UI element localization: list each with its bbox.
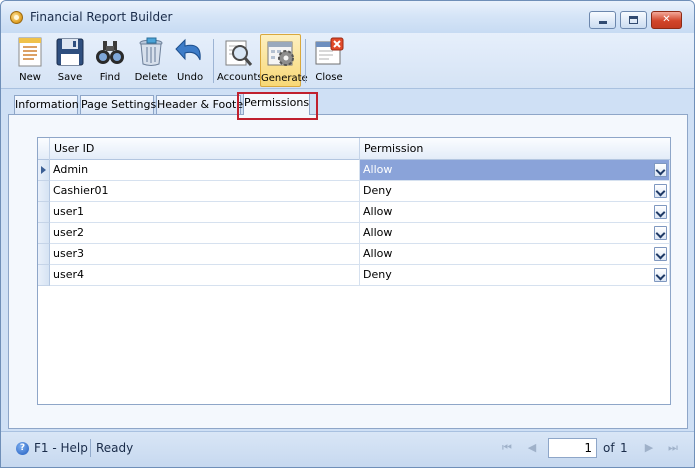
row-indicator[interactable] (38, 223, 50, 244)
close-button[interactable]: Close (310, 34, 348, 87)
floppy-disk-icon (56, 38, 84, 66)
title-bar[interactable]: Financial Report Builder ✕ (1, 1, 694, 33)
previous-page-icon[interactable]: ◀ (525, 441, 539, 455)
undo-arrow-icon (175, 38, 201, 61)
table-row-permission-select[interactable]: Allow (360, 160, 670, 181)
row-indicator-current[interactable] (38, 160, 50, 181)
permission-value: Allow (363, 247, 393, 260)
generate-label: Generate (261, 73, 308, 84)
table-row-user-id[interactable]: Cashier01 (50, 181, 360, 202)
table-row-permission-select[interactable]: Allow (360, 244, 670, 265)
annotation-highlight-box (237, 92, 318, 120)
close-x-icon: ✕ (662, 14, 671, 25)
chevron-down-icon[interactable] (654, 163, 667, 177)
window-close-button[interactable]: ✕ (651, 11, 682, 29)
chevron-down-icon[interactable] (654, 205, 667, 219)
delete-label: Delete (134, 72, 168, 83)
table-row-permission-select[interactable]: Allow (360, 223, 670, 244)
table-row-user-id[interactable]: user4 (50, 265, 360, 286)
grid-header: User ID Permission (38, 138, 670, 160)
row-indicator[interactable] (38, 202, 50, 223)
table-row-user-id[interactable]: user3 (50, 244, 360, 265)
permissions-grid[interactable]: User ID Permission Admin Allow Cashier01… (37, 137, 671, 405)
row-indicator[interactable] (38, 181, 50, 202)
tab-page-settings[interactable]: Page Settings (80, 95, 156, 114)
new-document-icon (18, 37, 42, 67)
new-label: New (19, 72, 41, 83)
table-row-permission-select[interactable]: Allow (360, 202, 670, 223)
table-row-user-id[interactable]: user1 (50, 202, 360, 223)
first-page-icon[interactable]: ⏮ (500, 441, 514, 455)
chevron-down-icon[interactable] (654, 247, 667, 261)
maximize-icon (629, 16, 638, 24)
page-number-input[interactable]: 1 (548, 438, 597, 458)
permission-value: Allow (363, 226, 393, 239)
permission-value: Allow (363, 205, 393, 218)
column-header-permission[interactable]: Permission (360, 138, 670, 160)
status-text: Ready (96, 441, 134, 455)
last-page-icon[interactable]: ⏭ (666, 441, 680, 455)
status-bar: ? F1 - Help Ready ⏮ ◀ 1 of 1 ▶ ⏭ (1, 431, 694, 467)
generate-button[interactable]: Generate (260, 34, 308, 87)
undo-button[interactable]: Undo (171, 34, 209, 87)
accounts-button[interactable]: Accounts (217, 34, 263, 87)
find-button[interactable]: Find (91, 34, 129, 87)
chevron-down-icon[interactable] (654, 268, 667, 282)
table-row-permission-select[interactable]: Deny (360, 265, 670, 286)
table-row-user-id[interactable]: user2 (50, 223, 360, 244)
total-pages: 1 (620, 441, 628, 455)
table-row-permission-select[interactable]: Deny (360, 181, 670, 202)
page-of-label: of (603, 441, 615, 455)
delete-button[interactable]: Delete (132, 34, 170, 87)
status-separator (90, 439, 91, 457)
minimize-button[interactable] (589, 11, 616, 29)
permission-value: Allow (363, 163, 393, 176)
binoculars-icon (96, 41, 124, 64)
table-row-user-id[interactable]: Admin (50, 160, 360, 181)
window-title: Financial Report Builder (30, 10, 173, 24)
accounts-magnifier-icon (225, 40, 253, 66)
tab-strip: Information Page Settings Header & Foote… (1, 90, 694, 115)
header-indicator-cell (38, 138, 50, 160)
row-indicator[interactable] (38, 244, 50, 265)
chevron-down-icon[interactable] (654, 184, 667, 198)
undo-label: Undo (176, 72, 204, 83)
close-window-icon (315, 37, 344, 65)
help-shortcut-text[interactable]: F1 - Help (34, 441, 88, 455)
close-label: Close (315, 72, 343, 83)
next-page-icon[interactable]: ▶ (642, 441, 656, 455)
new-button[interactable]: New (10, 34, 50, 87)
toolbar-separator (305, 39, 306, 83)
save-button[interactable]: Save (51, 34, 89, 87)
tab-information[interactable]: Information (14, 95, 79, 114)
row-indicator[interactable] (38, 265, 50, 286)
report-builder-window: Financial Report Builder ✕ New Save Find… (0, 0, 695, 468)
generate-calendar-gear-icon (267, 41, 294, 66)
help-icon[interactable]: ? (16, 442, 29, 455)
save-label: Save (57, 72, 83, 83)
column-header-user-id[interactable]: User ID (50, 138, 360, 160)
app-icon (10, 11, 23, 24)
maximize-button[interactable] (620, 11, 647, 29)
minimize-icon (598, 21, 607, 24)
toolbar: New Save Find Delete Undo Accounts Gener… (1, 33, 694, 89)
permission-value: Deny (363, 184, 392, 197)
find-label: Find (99, 72, 121, 83)
permissions-panel: User ID Permission Admin Allow Cashier01… (8, 114, 688, 429)
toolbar-separator (213, 39, 214, 83)
trash-can-icon (139, 37, 163, 66)
accounts-label: Accounts (217, 72, 263, 83)
permission-value: Deny (363, 268, 392, 281)
tab-header-footer[interactable]: Header & Footer (156, 95, 248, 114)
chevron-down-icon[interactable] (654, 226, 667, 240)
